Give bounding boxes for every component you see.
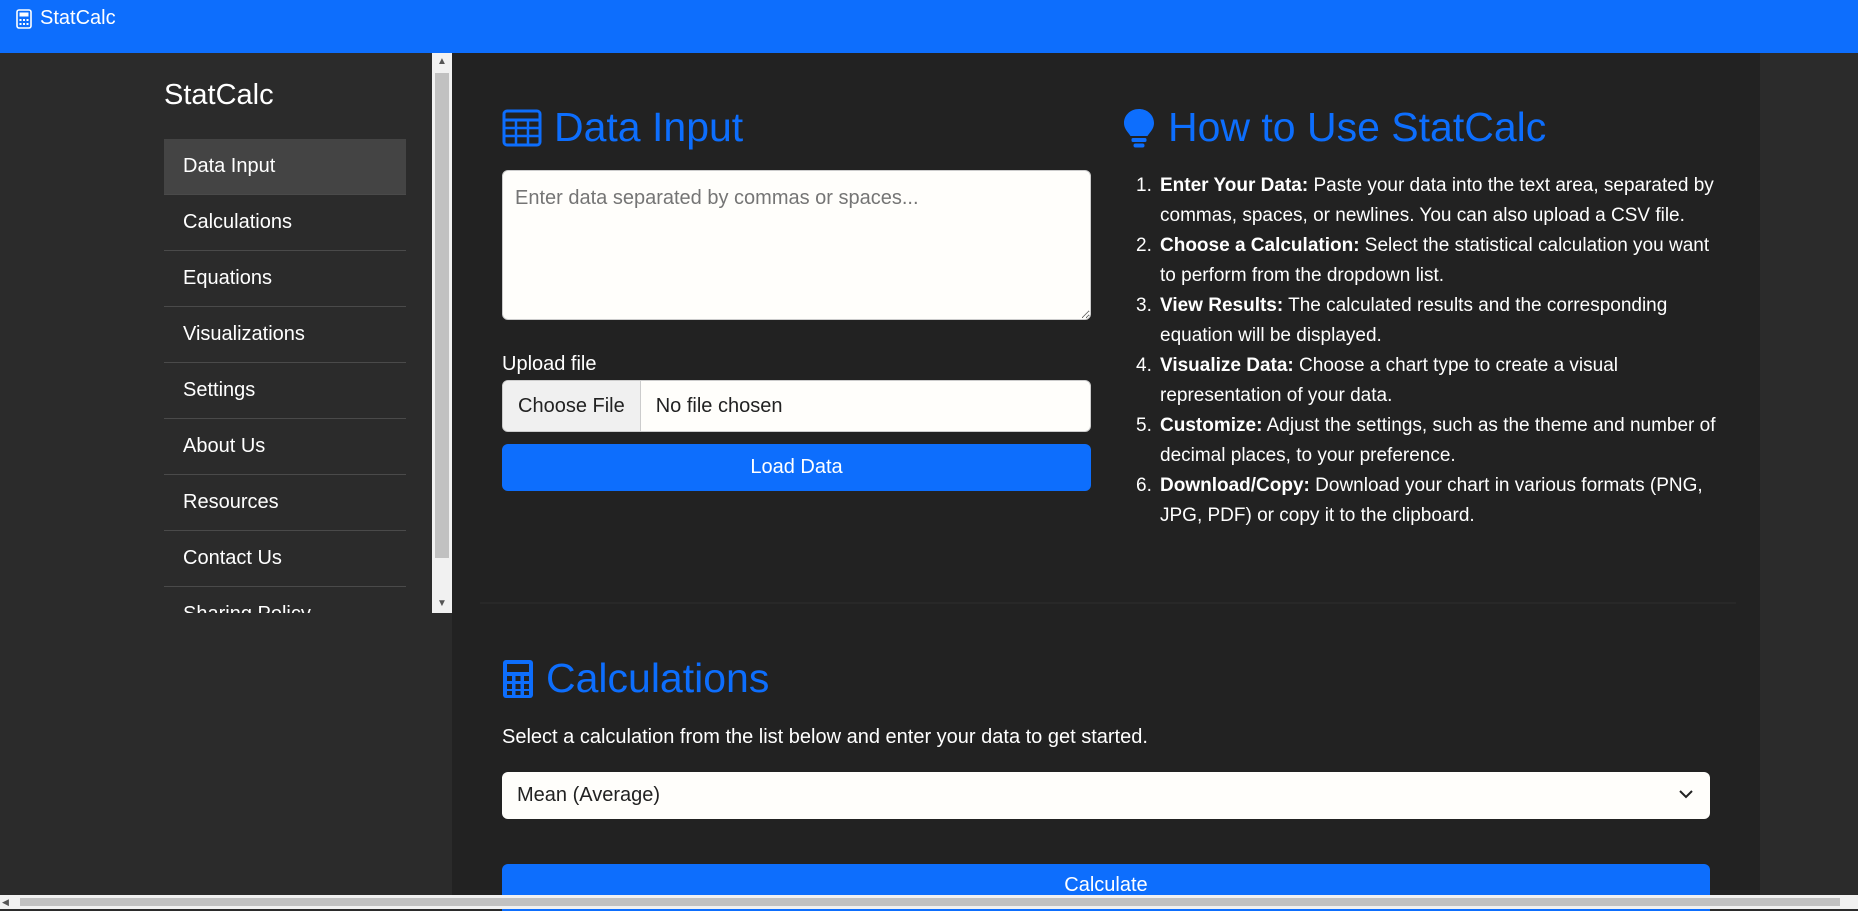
section-divider (480, 602, 1736, 604)
sidebar-item-resources[interactable]: Resources (164, 475, 406, 531)
how-to-title: How to Use StatCalc (1168, 104, 1547, 150)
calculation-select[interactable]: Mean (Average) (502, 772, 1710, 819)
scroll-down-icon[interactable]: ▼ (432, 595, 452, 613)
lightbulb-icon (1124, 108, 1154, 147)
sidebar-item-settings[interactable]: Settings (164, 363, 406, 419)
list-item: 6. Download/Copy: Download your chart in … (1136, 475, 1703, 526)
table-icon (502, 109, 542, 146)
navbar-brand[interactable]: StatCalc (16, 7, 116, 30)
sidebar-item-sharing-policy[interactable]: Sharing Policy (164, 587, 406, 613)
scroll-up-icon[interactable]: ▲ (432, 53, 452, 71)
right-background (1760, 53, 1858, 895)
file-input[interactable]: Choose File No file chosen (502, 380, 1091, 432)
sidebar: StatCalc Data Input Calculations Equatio… (0, 53, 452, 613)
calculator-icon (503, 659, 533, 698)
scrollbar-thumb[interactable] (435, 73, 449, 558)
file-status: No file chosen (655, 394, 783, 417)
sidebar-item-contact-us[interactable]: Contact Us (164, 531, 406, 587)
sidebar-scrollbar[interactable]: ▲ ▼ (432, 53, 452, 613)
calculator-icon (16, 8, 32, 29)
list-item: 2. Choose a Calculation: Select the stati… (1136, 235, 1710, 286)
how-to-heading: How to Use StatCalc (1122, 104, 1546, 151)
upload-file-label: Upload file (502, 353, 597, 375)
sidebar-nav: Data Input Calculations Equations Visual… (164, 139, 406, 613)
data-input-title: Data Input (554, 104, 744, 150)
list-item: 3. View Results: The calculated results a… (1136, 295, 1668, 346)
sidebar-item-data-input[interactable]: Data Input (164, 139, 406, 195)
how-to-steps: 1. Enter Your Data: Paste your data into … (1136, 171, 1720, 531)
data-textarea[interactable] (502, 170, 1091, 320)
calculations-description: Select a calculation from the list below… (502, 726, 1148, 748)
sidebar-item-calculations[interactable]: Calculations (164, 195, 406, 251)
calculations-title: Calculations (546, 655, 770, 701)
list-item: 5. Customize: Adjust the settings, such a… (1136, 415, 1716, 466)
list-item: 4. Visualize Data: Choose a chart type to… (1136, 355, 1618, 406)
calculations-heading: Calculations (502, 655, 769, 702)
load-data-button[interactable]: Load Data (502, 444, 1091, 491)
horizontal-scrollbar[interactable]: ◀ (0, 895, 1858, 909)
sidebar-title: StatCalc (164, 79, 274, 111)
chevron-down-icon (1679, 790, 1693, 799)
sidebar-item-equations[interactable]: Equations (164, 251, 406, 307)
sidebar-item-visualizations[interactable]: Visualizations (164, 307, 406, 363)
sidebar-item-about-us[interactable]: About Us (164, 419, 406, 475)
scrollbar-thumb[interactable] (20, 898, 1840, 906)
data-input-heading: Data Input (502, 104, 743, 151)
top-navbar: StatCalc (0, 0, 1858, 53)
calculation-select-value: Mean (Average) (517, 784, 661, 806)
navbar-brand-label: StatCalc (40, 7, 116, 29)
scroll-left-icon[interactable]: ◀ (2, 895, 9, 909)
choose-file-button[interactable]: Choose File (503, 381, 641, 431)
list-item: 1. Enter Your Data: Paste your data into … (1136, 175, 1714, 226)
